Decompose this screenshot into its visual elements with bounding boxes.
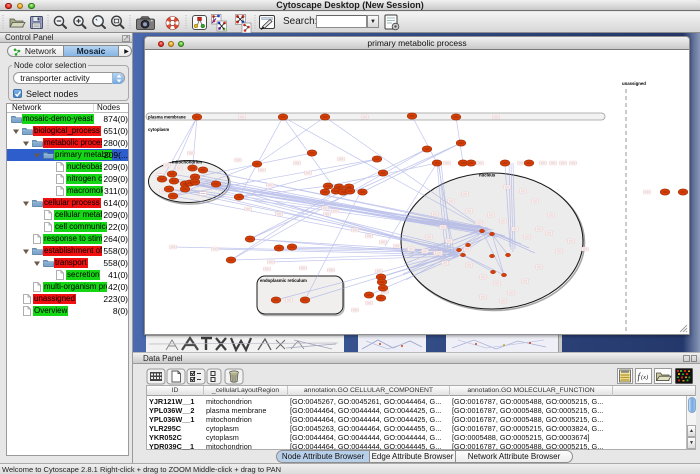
svg-text:unassigned: unassigned — [622, 81, 646, 86]
svg-text:mitochondrion: mitochondrion — [172, 160, 202, 165]
svg-text:endoplasmic reticulum: endoplasmic reticulum — [260, 278, 307, 283]
svg-text:nucleus: nucleus — [479, 173, 496, 178]
svg-text:plasma membrane: plasma membrane — [148, 115, 186, 120]
svg-text:cytoplasm: cytoplasm — [148, 127, 169, 132]
svg-text:(x): (x) — [641, 374, 648, 381]
